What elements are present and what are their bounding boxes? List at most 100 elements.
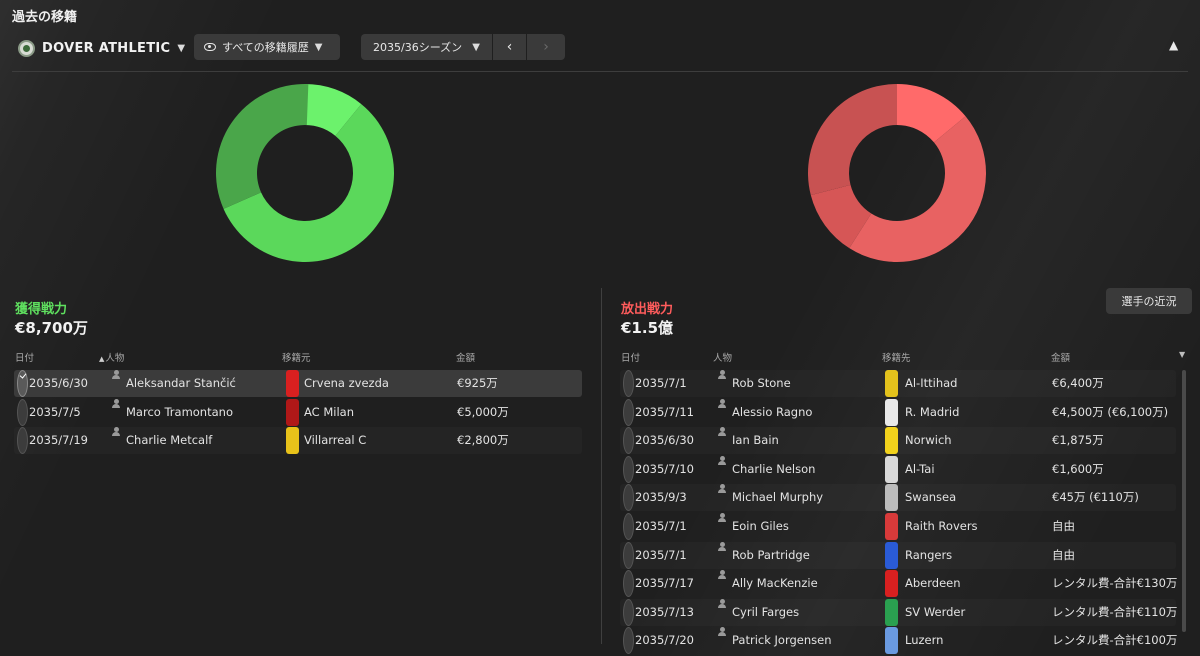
outgoing-row-club[interactable]: Rangers (905, 542, 952, 569)
outgoing-donut-segment[interactable] (849, 116, 986, 262)
outgoing-row-club[interactable]: Luzern (905, 627, 943, 654)
check-circle-icon (623, 570, 634, 598)
outgoing-list-scrollbar[interactable] (1182, 370, 1186, 632)
outgoing-row-person[interactable]: Charlie Nelson (732, 456, 815, 483)
season-dropdown[interactable]: 2035/36シーズン ▼ (361, 34, 492, 60)
outgoing-row-fee: 自由 (1052, 519, 1075, 533)
person-icon (718, 370, 726, 397)
outgoing-table-row[interactable]: 2035/7/1 Rob Partridge Rangers 自由 (620, 541, 1176, 569)
club-crest-icon (885, 398, 898, 426)
outgoing-row-person[interactable]: Ally MacKenzie (732, 570, 818, 597)
sort-descending-icon[interactable]: ▼ (1179, 350, 1185, 359)
outgoing-row-date: 2035/7/11 (635, 404, 694, 419)
incoming-header-fee[interactable]: 金額 (456, 350, 475, 364)
incoming-row-club[interactable]: Crvena zvezda (304, 370, 389, 397)
club-crest-icon (885, 627, 898, 655)
incoming-row-date: 2035/7/19 (29, 433, 88, 448)
outgoing-row-fee: €4,500万 (€6,100万) (1052, 404, 1169, 419)
incoming-total: €8,700万 (15, 319, 88, 337)
outgoing-donut-segment[interactable] (808, 84, 897, 196)
next-season-button[interactable]: › (527, 34, 565, 60)
outgoing-table-row[interactable]: 2035/7/17 Ally MacKenzie Aberdeen レンタル費-合計€… (620, 570, 1178, 598)
incoming-table-row[interactable]: 2035/7/19 Charlie Metcalf Villarreal C €2,8… (14, 427, 582, 455)
outgoing-table-row[interactable]: 2035/6/30 Ian Bain Norwich €1,875万 (620, 427, 1176, 455)
outgoing-row-date: 2035/7/10 (635, 461, 694, 476)
incoming-row-club[interactable]: AC Milan (304, 399, 354, 426)
incoming-row-fee: €5,000万 (457, 404, 509, 419)
outgoing-table-row[interactable]: 2035/7/1 Rob Stone Al-Ittihad €6,400万 (620, 370, 1176, 397)
outgoing-row-club[interactable]: Norwich (905, 427, 952, 454)
incoming-donut-segment[interactable] (216, 84, 309, 209)
chevron-down-icon: ▼ (472, 41, 480, 53)
club-crest-icon (885, 541, 898, 569)
outgoing-table-row[interactable]: 2035/9/3 Michael Murphy Swansea €45万 (€110万… (620, 484, 1176, 512)
outgoing-row-person[interactable]: Alessio Ragno (732, 399, 812, 426)
person-icon (718, 570, 726, 597)
person-icon (112, 370, 120, 397)
club-crest-icon (885, 513, 898, 540)
outgoing-row-club[interactable]: Raith Rovers (905, 513, 978, 540)
outgoing-header-club[interactable]: 移籍先 (882, 350, 911, 364)
outgoing-table-row[interactable]: 2035/7/20 Patrick Jorgensen Luzern レンタル費-合計… (620, 627, 1177, 655)
outgoing-row-fee: €45万 (€110万) (1052, 490, 1139, 505)
outgoing-row-club[interactable]: Al-Ittihad (905, 370, 957, 397)
outgoing-row-club[interactable]: SV Werder (905, 599, 965, 626)
outgoing-row-club[interactable]: Al-Tai (905, 456, 935, 483)
incoming-table-row[interactable]: 2035/6/30 Aleksandar Stančić Crvena zvezda… (14, 370, 582, 397)
check-circle-icon (17, 370, 28, 397)
club-badge-icon (18, 39, 35, 57)
person-icon (718, 627, 726, 654)
outgoing-table-row[interactable]: 2035/7/10 Charlie Nelson Al-Tai €1,600万 (620, 455, 1176, 483)
incoming-row-person[interactable]: Marco Tramontano (126, 399, 233, 426)
outgoing-table-row[interactable]: 2035/7/13 Cyril Farges SV Werder レンタル費-合計€1… (620, 598, 1177, 626)
outgoing-row-person[interactable]: Rob Stone (732, 370, 791, 397)
outgoing-row-person[interactable]: Michael Murphy (732, 484, 823, 511)
previous-season-button[interactable]: ‹ (493, 34, 526, 60)
check-circle-icon (17, 398, 28, 426)
club-selector[interactable]: DOVER ATHLETIC ▼ (18, 37, 185, 59)
outgoing-row-person[interactable]: Eoin Giles (732, 513, 789, 540)
club-crest-icon (286, 370, 299, 397)
person-icon (718, 427, 726, 454)
incoming-row-fee: €925万 (457, 376, 498, 390)
outgoing-row-club[interactable]: Aberdeen (905, 570, 961, 597)
outgoing-row-person[interactable]: Patrick Jorgensen (732, 627, 832, 654)
outgoing-row-club[interactable]: R. Madrid (905, 399, 959, 426)
incoming-row-club[interactable]: Villarreal C (304, 427, 366, 454)
outgoing-table-row[interactable]: 2035/7/1 Eoin Giles Raith Rovers 自由 (620, 513, 1176, 540)
incoming-row-person[interactable]: Charlie Metcalf (126, 427, 212, 454)
incoming-row-fee: €2,800万 (457, 433, 509, 448)
incoming-table-row[interactable]: 2035/7/5 Marco Tramontano AC Milan €5,000万 (14, 398, 582, 426)
outgoing-header-fee[interactable]: 金額 (1051, 350, 1070, 364)
section-divider (601, 288, 602, 644)
player-news-button[interactable]: 選手の近況 (1106, 288, 1192, 314)
incoming-row-person[interactable]: Aleksandar Stančić (126, 370, 236, 397)
outgoing-row-person[interactable]: Ian Bain (732, 427, 779, 454)
outgoing-header-date[interactable]: 日付 (621, 350, 640, 364)
collapse-panel-icon[interactable]: ▲ (1169, 38, 1178, 52)
club-crest-icon (885, 570, 898, 598)
check-circle-icon (623, 513, 634, 540)
chevron-right-icon: › (543, 39, 549, 55)
outgoing-row-club[interactable]: Swansea (905, 484, 956, 511)
outgoing-header-person[interactable]: 人物 (713, 350, 732, 364)
club-crest-icon (885, 370, 898, 397)
incoming-section-label: 獲得戦力 (15, 302, 68, 317)
history-filter-dropdown[interactable]: すべての移籍履歴 ▼ (194, 34, 340, 60)
outgoing-row-date: 2035/7/20 (635, 633, 694, 648)
club-crest-icon (885, 484, 898, 512)
outgoing-row-fee: €1,600万 (1052, 461, 1104, 476)
incoming-row-date: 2035/6/30 (29, 376, 88, 390)
outgoing-table-row[interactable]: 2035/7/11 Alessio Ragno R. Madrid €4,500万 (… (620, 398, 1176, 426)
incoming-header-club[interactable]: 移籍元 (282, 350, 311, 364)
outgoing-row-person[interactable]: Cyril Farges (732, 599, 799, 626)
incoming-header-person[interactable]: ▲人物 (99, 350, 124, 364)
header-divider (12, 71, 1188, 72)
outgoing-row-person[interactable]: Rob Partridge (732, 542, 810, 569)
outgoing-row-date: 2035/9/3 (635, 490, 687, 505)
chevron-left-icon: ‹ (506, 39, 513, 55)
club-crest-icon (885, 427, 898, 455)
incoming-header-date[interactable]: 日付 (15, 350, 34, 364)
outgoing-row-fee: レンタル費-合計€130万 (1052, 576, 1178, 591)
club-crest-icon (885, 598, 898, 626)
